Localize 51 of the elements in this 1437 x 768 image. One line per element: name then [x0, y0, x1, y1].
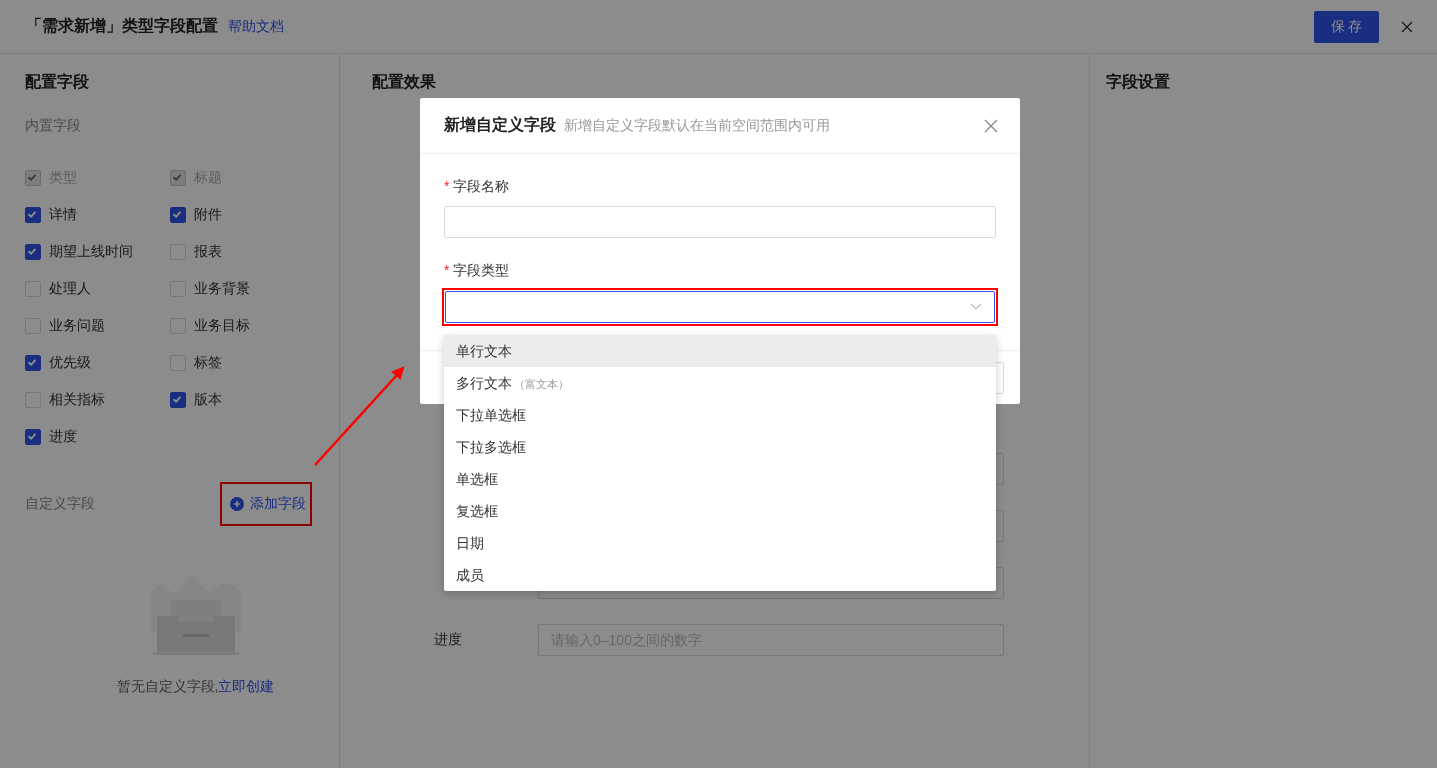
- checkbox[interactable]: [25, 429, 41, 445]
- input-field[interactable]: [444, 206, 996, 238]
- section-label: 自定义字段: [25, 495, 95, 513]
- dropdown-option[interactable]: 下拉单选框: [444, 399, 996, 431]
- close-icon[interactable]: [1401, 20, 1413, 33]
- form-label: 进度: [434, 631, 462, 647]
- checkbox-label: 优先级: [49, 354, 91, 372]
- section-title: 配置字段: [25, 72, 90, 92]
- dropdown-option[interactable]: 日期: [444, 527, 996, 559]
- checkbox-label: 详情: [49, 206, 77, 224]
- checkbox-label: 进度: [49, 428, 77, 446]
- page-title: 「需求新增」类型字段配置: [26, 16, 218, 36]
- checkbox-label: 相关指标: [49, 391, 105, 409]
- required-mark: *: [444, 262, 450, 280]
- checkbox-label: 标签: [194, 354, 222, 372]
- chevron-down-icon: [970, 303, 982, 311]
- section-label: 内置字段: [25, 117, 82, 135]
- dropdown-option[interactable]: 复选框: [444, 495, 996, 527]
- dialog-subtitle: 新增自定义字段默认在当前空间范围内可用: [564, 116, 830, 135]
- dropdown-option[interactable]: 下拉多选框: [444, 431, 996, 463]
- help-link[interactable]: 帮助文档: [228, 17, 284, 36]
- checkbox[interactable]: [170, 207, 186, 223]
- field-label: 字段类型: [453, 262, 510, 280]
- checkbox-label: 业务背景: [194, 280, 250, 298]
- required-mark: *: [444, 178, 450, 196]
- dropdown-option[interactable]: 多行文本（富文本）: [444, 367, 996, 399]
- checkbox[interactable]: [25, 244, 41, 260]
- checkbox-label: 报表: [194, 243, 222, 261]
- dialog-title: 新增自定义字段: [444, 115, 556, 135]
- close-icon[interactable]: [984, 118, 998, 133]
- create-now-link[interactable]: 立即创建: [218, 678, 275, 694]
- checkbox[interactable]: [170, 392, 186, 408]
- add-field-button[interactable]: 添加字段: [230, 491, 306, 517]
- checkbox-label: 版本: [194, 391, 222, 409]
- checkbox-label: 附件: [194, 206, 222, 224]
- checkbox[interactable]: [25, 207, 41, 223]
- section-title: 字段设置: [1106, 72, 1171, 92]
- checkbox[interactable]: [25, 355, 41, 371]
- section-title: 配置效果: [372, 72, 437, 92]
- dropdown-option[interactable]: 单选框: [444, 463, 996, 495]
- field-label: 字段名称: [453, 178, 510, 196]
- plus-circle-icon: [230, 497, 244, 511]
- dropdown-option[interactable]: 成员: [444, 559, 996, 591]
- empty-state-text: 暂无自定义字段,: [116, 678, 219, 694]
- dropdown-option[interactable]: 单行文本: [444, 335, 996, 367]
- option-note: （富文本）: [514, 378, 569, 390]
- checkbox-label: 业务问题: [49, 317, 105, 335]
- checkbox-label: 业务目标: [194, 317, 250, 335]
- save-button[interactable]: 保 存: [1314, 10, 1379, 43]
- checkbox-label: 处理人: [49, 280, 91, 298]
- checkbox-label: 期望上线时间: [49, 243, 133, 261]
